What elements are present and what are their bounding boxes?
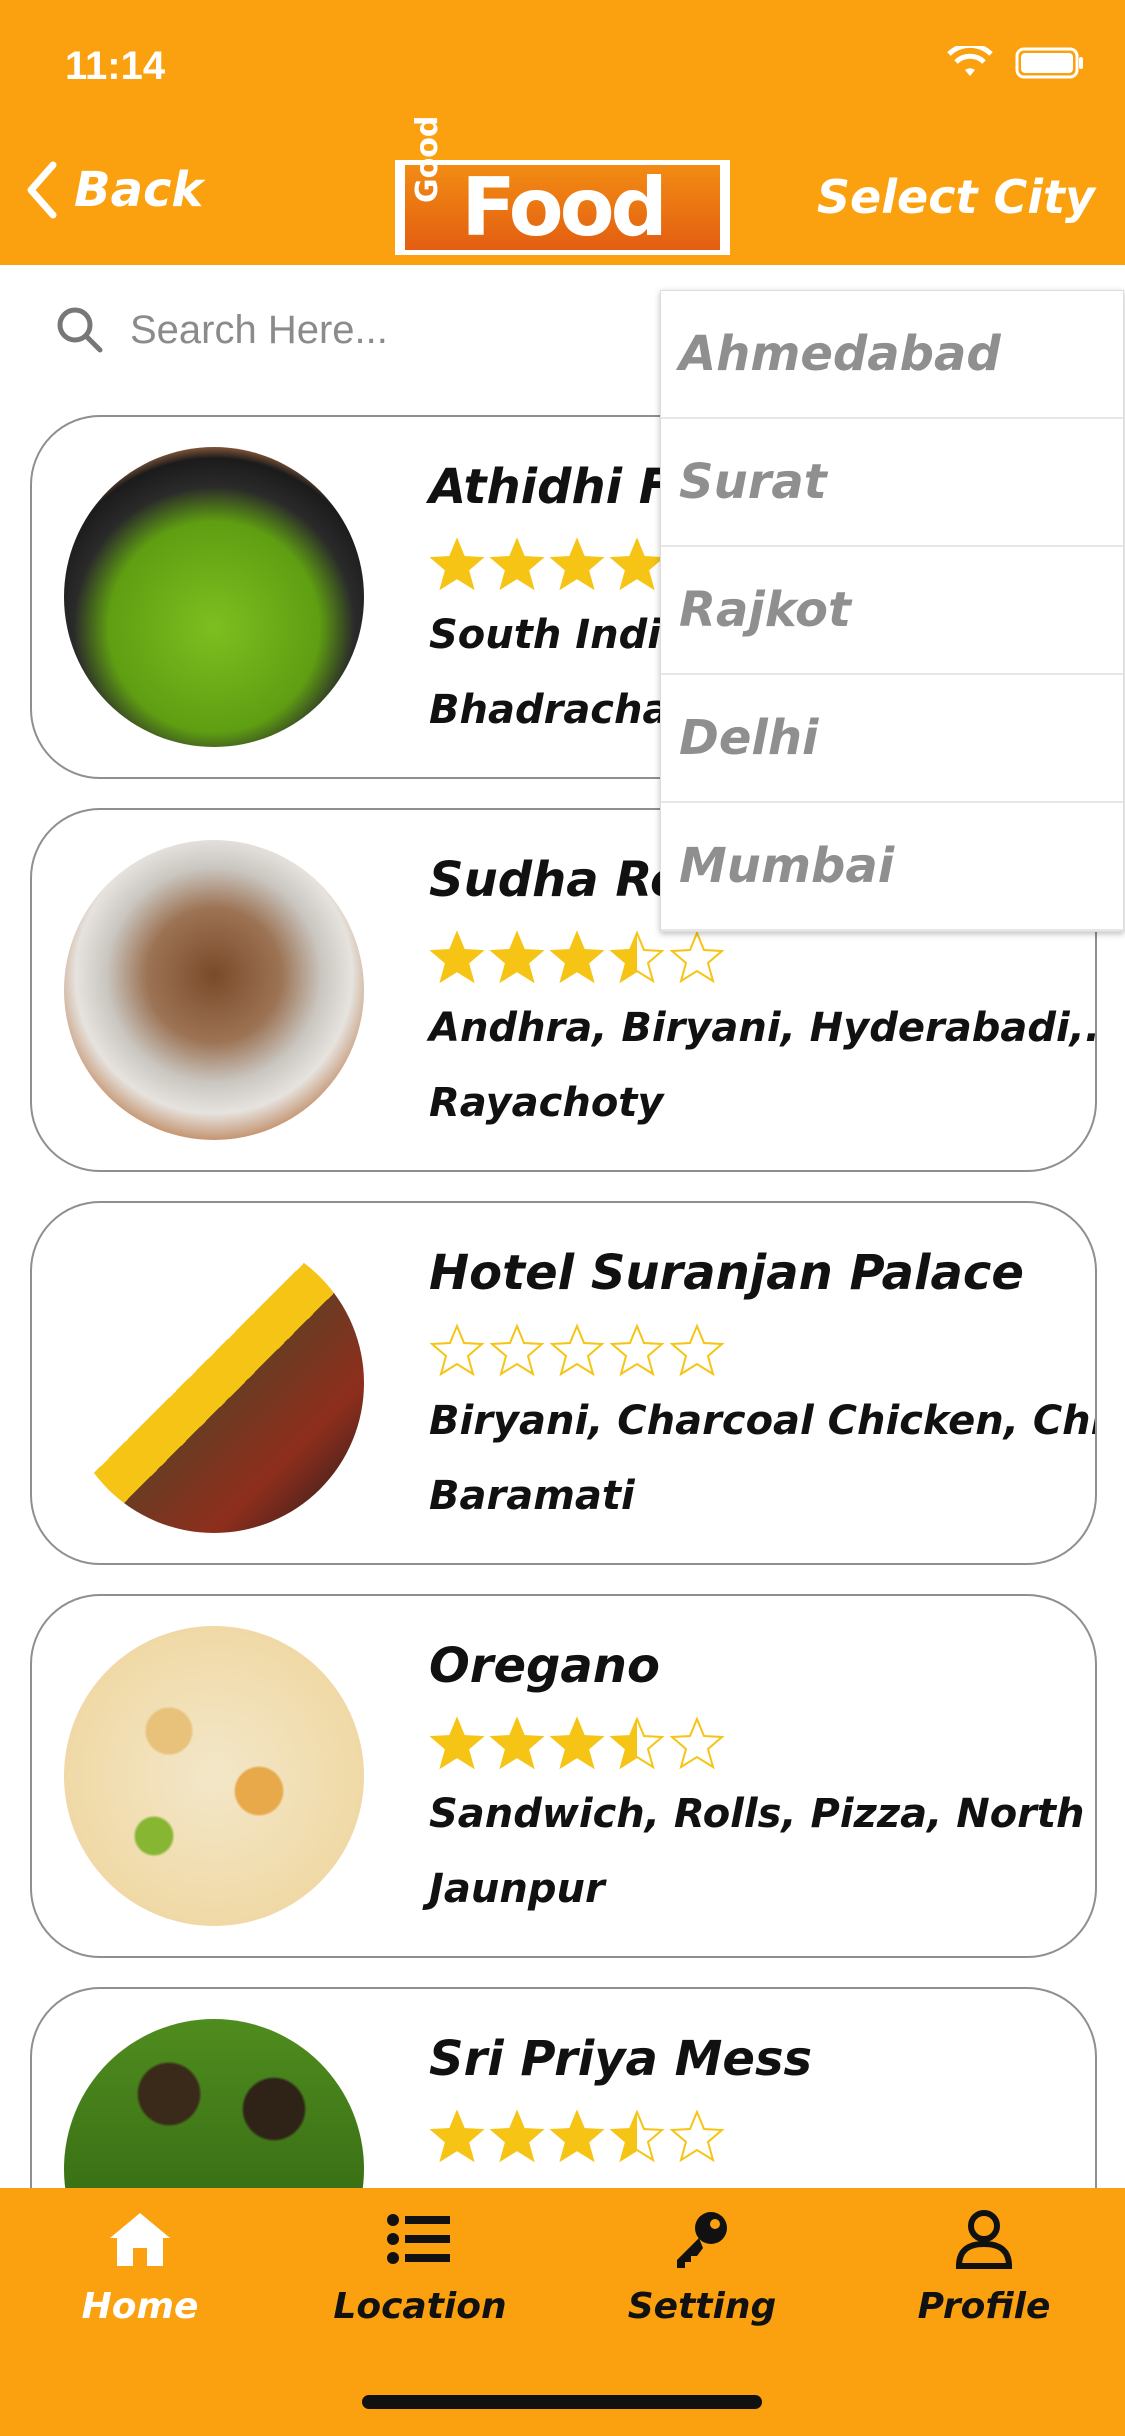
tab-home[interactable]: Home — [50, 2208, 230, 2327]
restaurant-cuisine: Sandwich, Rolls, Pizza, North I... — [429, 1791, 1097, 1837]
star-icon — [489, 537, 545, 591]
restaurant-image — [64, 840, 364, 1140]
tab-profile[interactable]: Profile — [894, 2208, 1074, 2327]
back-label: Back — [74, 162, 204, 218]
rating-stars — [429, 930, 725, 986]
city-option-ahmedabad[interactable]: Ahmedabad — [661, 291, 1123, 419]
restaurant-card[interactable]: Hotel Suranjan Palace Biryani, Charcoal … — [30, 1201, 1097, 1565]
star-icon — [549, 537, 605, 591]
tab-location-label: Location — [333, 2286, 507, 2327]
tab-setting-label: Setting — [627, 2286, 777, 2327]
status-icons — [947, 46, 1085, 80]
star-icon — [489, 1323, 545, 1377]
list-icon — [387, 2214, 450, 2264]
star-icon — [429, 930, 485, 984]
star-icon — [549, 1323, 605, 1377]
star-icon — [429, 2109, 485, 2163]
restaurant-cuisine: Andhra, Biryani, Hyderabadi,... — [429, 1005, 1097, 1051]
wifi-icon — [947, 46, 993, 76]
search-input[interactable]: Search Here... — [130, 308, 388, 353]
restaurant-city: Rayachoty — [429, 1080, 664, 1126]
star-icon — [489, 1716, 545, 1770]
chevron-left-icon — [27, 161, 57, 219]
restaurant-name: Athidhi Fa — [429, 459, 699, 515]
header-bar: 11:14 Back Good Food Select City — [0, 0, 1125, 265]
star-icon — [669, 930, 725, 984]
city-option-surat[interactable]: Surat — [661, 419, 1123, 547]
tab-home-label: Home — [81, 2286, 199, 2327]
rating-stars — [429, 1323, 725, 1379]
star-icon — [429, 1716, 485, 1770]
restaurant-image — [64, 1626, 364, 1926]
star-icon — [549, 2109, 605, 2163]
app-logo: Good Food — [395, 116, 730, 255]
restaurant-image — [64, 1233, 364, 1533]
restaurant-cuisine: Biryani, Charcoal Chicken, Chi... — [429, 1398, 1097, 1444]
key-icon — [677, 2212, 727, 2268]
star-icon — [549, 1716, 605, 1770]
rating-stars — [429, 2109, 725, 2165]
search-bar[interactable]: Search Here... — [55, 305, 388, 355]
logo-small-text: Good — [410, 115, 445, 203]
tab-location[interactable]: Location — [330, 2208, 510, 2327]
restaurant-city: Baramati — [429, 1473, 635, 1519]
back-button[interactable]: Back — [25, 160, 203, 220]
restaurant-name: Oregano — [429, 1638, 660, 1694]
restaurant-card[interactable]: Oregano Sandwich, Rolls, Pizza, North I.… — [30, 1594, 1097, 1958]
tab-setting[interactable]: Setting — [612, 2208, 792, 2327]
logo-main-text: Food — [461, 161, 668, 254]
home-icon — [110, 2213, 170, 2266]
user-icon — [955, 2210, 1013, 2269]
battery-icon — [1015, 47, 1083, 79]
star-icon — [609, 930, 665, 984]
star-icon — [429, 537, 485, 591]
star-icon — [609, 1323, 665, 1377]
city-option-rajkot[interactable]: Rajkot — [661, 547, 1123, 675]
rating-stars — [429, 1716, 725, 1772]
star-icon — [429, 1323, 485, 1377]
city-option-mumbai[interactable]: Mumbai — [661, 803, 1123, 931]
star-icon — [669, 2109, 725, 2163]
restaurant-name: Sri Priya Mess — [429, 2031, 813, 2087]
star-icon — [609, 1716, 665, 1770]
tab-profile-label: Profile — [917, 2286, 1051, 2327]
status-time: 11:14 — [65, 44, 166, 88]
star-icon — [669, 1716, 725, 1770]
star-icon — [609, 2109, 665, 2163]
star-icon — [669, 1323, 725, 1377]
city-option-delhi[interactable]: Delhi — [661, 675, 1123, 803]
star-icon — [549, 930, 605, 984]
select-city-button[interactable]: Select City — [817, 170, 1095, 224]
city-dropdown: Ahmedabad Surat Rajkot Delhi Mumbai — [660, 290, 1124, 932]
restaurant-name: Hotel Suranjan Palace — [429, 1245, 1024, 1301]
search-icon — [57, 307, 103, 353]
home-indicator — [362, 2395, 762, 2409]
restaurant-image — [64, 447, 364, 747]
star-icon — [489, 2109, 545, 2163]
star-icon — [489, 930, 545, 984]
restaurant-city: Jaunpur — [429, 1866, 605, 1912]
star-icon — [609, 537, 665, 591]
